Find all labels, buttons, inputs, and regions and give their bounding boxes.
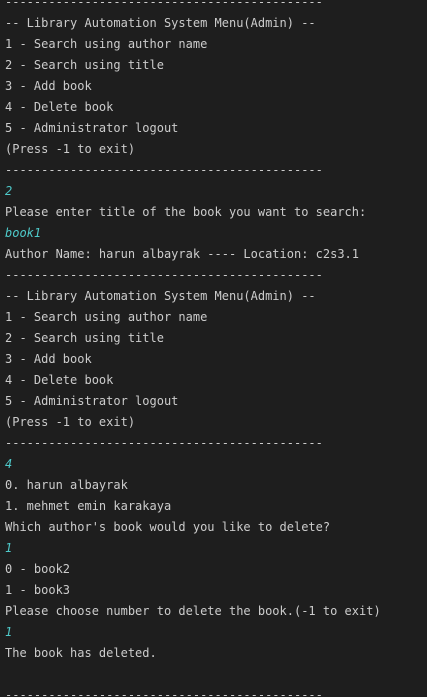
output-line: Please choose number to delete the book.… [5, 604, 381, 618]
output-line: 5 - Administrator logout [5, 394, 179, 408]
user-input-line: 1 [5, 625, 13, 639]
output-line: (Press -1 to exit) [5, 415, 136, 429]
output-line: Author Name: harun albayrak ---- Locatio… [5, 247, 360, 261]
output-line: 0 - book2 [5, 562, 71, 576]
output-line: -- Library Automation System Menu(Admin)… [5, 16, 316, 30]
output-line: 3 - Add book [5, 352, 92, 366]
output-line: 2 - Search using title [5, 58, 164, 72]
output-line: ----------------------------------------… [5, 163, 323, 177]
output-line: The book has deleted. [5, 646, 157, 660]
user-input-line: 2 [5, 184, 13, 198]
user-input-line: 1 [5, 541, 13, 555]
output-line: -- Library Automation System Menu(Admin)… [5, 289, 316, 303]
output-line: Please enter title of the book you want … [5, 205, 367, 219]
user-input-line: 4 [5, 457, 13, 471]
output-line: ----------------------------------------… [5, 688, 323, 697]
terminal-window[interactable]: ----------------------------------------… [0, 0, 427, 697]
user-input-line: book1 [5, 226, 42, 240]
output-line: 3 - Add book [5, 79, 92, 93]
output-line: 2 - Search using title [5, 331, 164, 345]
output-line: 1 - Search using author name [5, 37, 208, 51]
output-line: ----------------------------------------… [5, 268, 323, 282]
output-line: 1. mehmet emin karakaya [5, 499, 172, 513]
output-line: (Press -1 to exit) [5, 142, 136, 156]
output-line: 5 - Administrator logout [5, 121, 179, 135]
output-line: Which author's book would you like to de… [5, 520, 331, 534]
output-line: 4 - Delete book [5, 100, 114, 114]
output-line: 0. harun albayrak [5, 478, 128, 492]
output-line: 1 - book3 [5, 583, 71, 597]
output-line: 1 - Search using author name [5, 310, 208, 324]
output-line: ----------------------------------------… [5, 0, 323, 9]
output-line: ----------------------------------------… [5, 436, 323, 450]
output-line: 4 - Delete book [5, 373, 114, 387]
